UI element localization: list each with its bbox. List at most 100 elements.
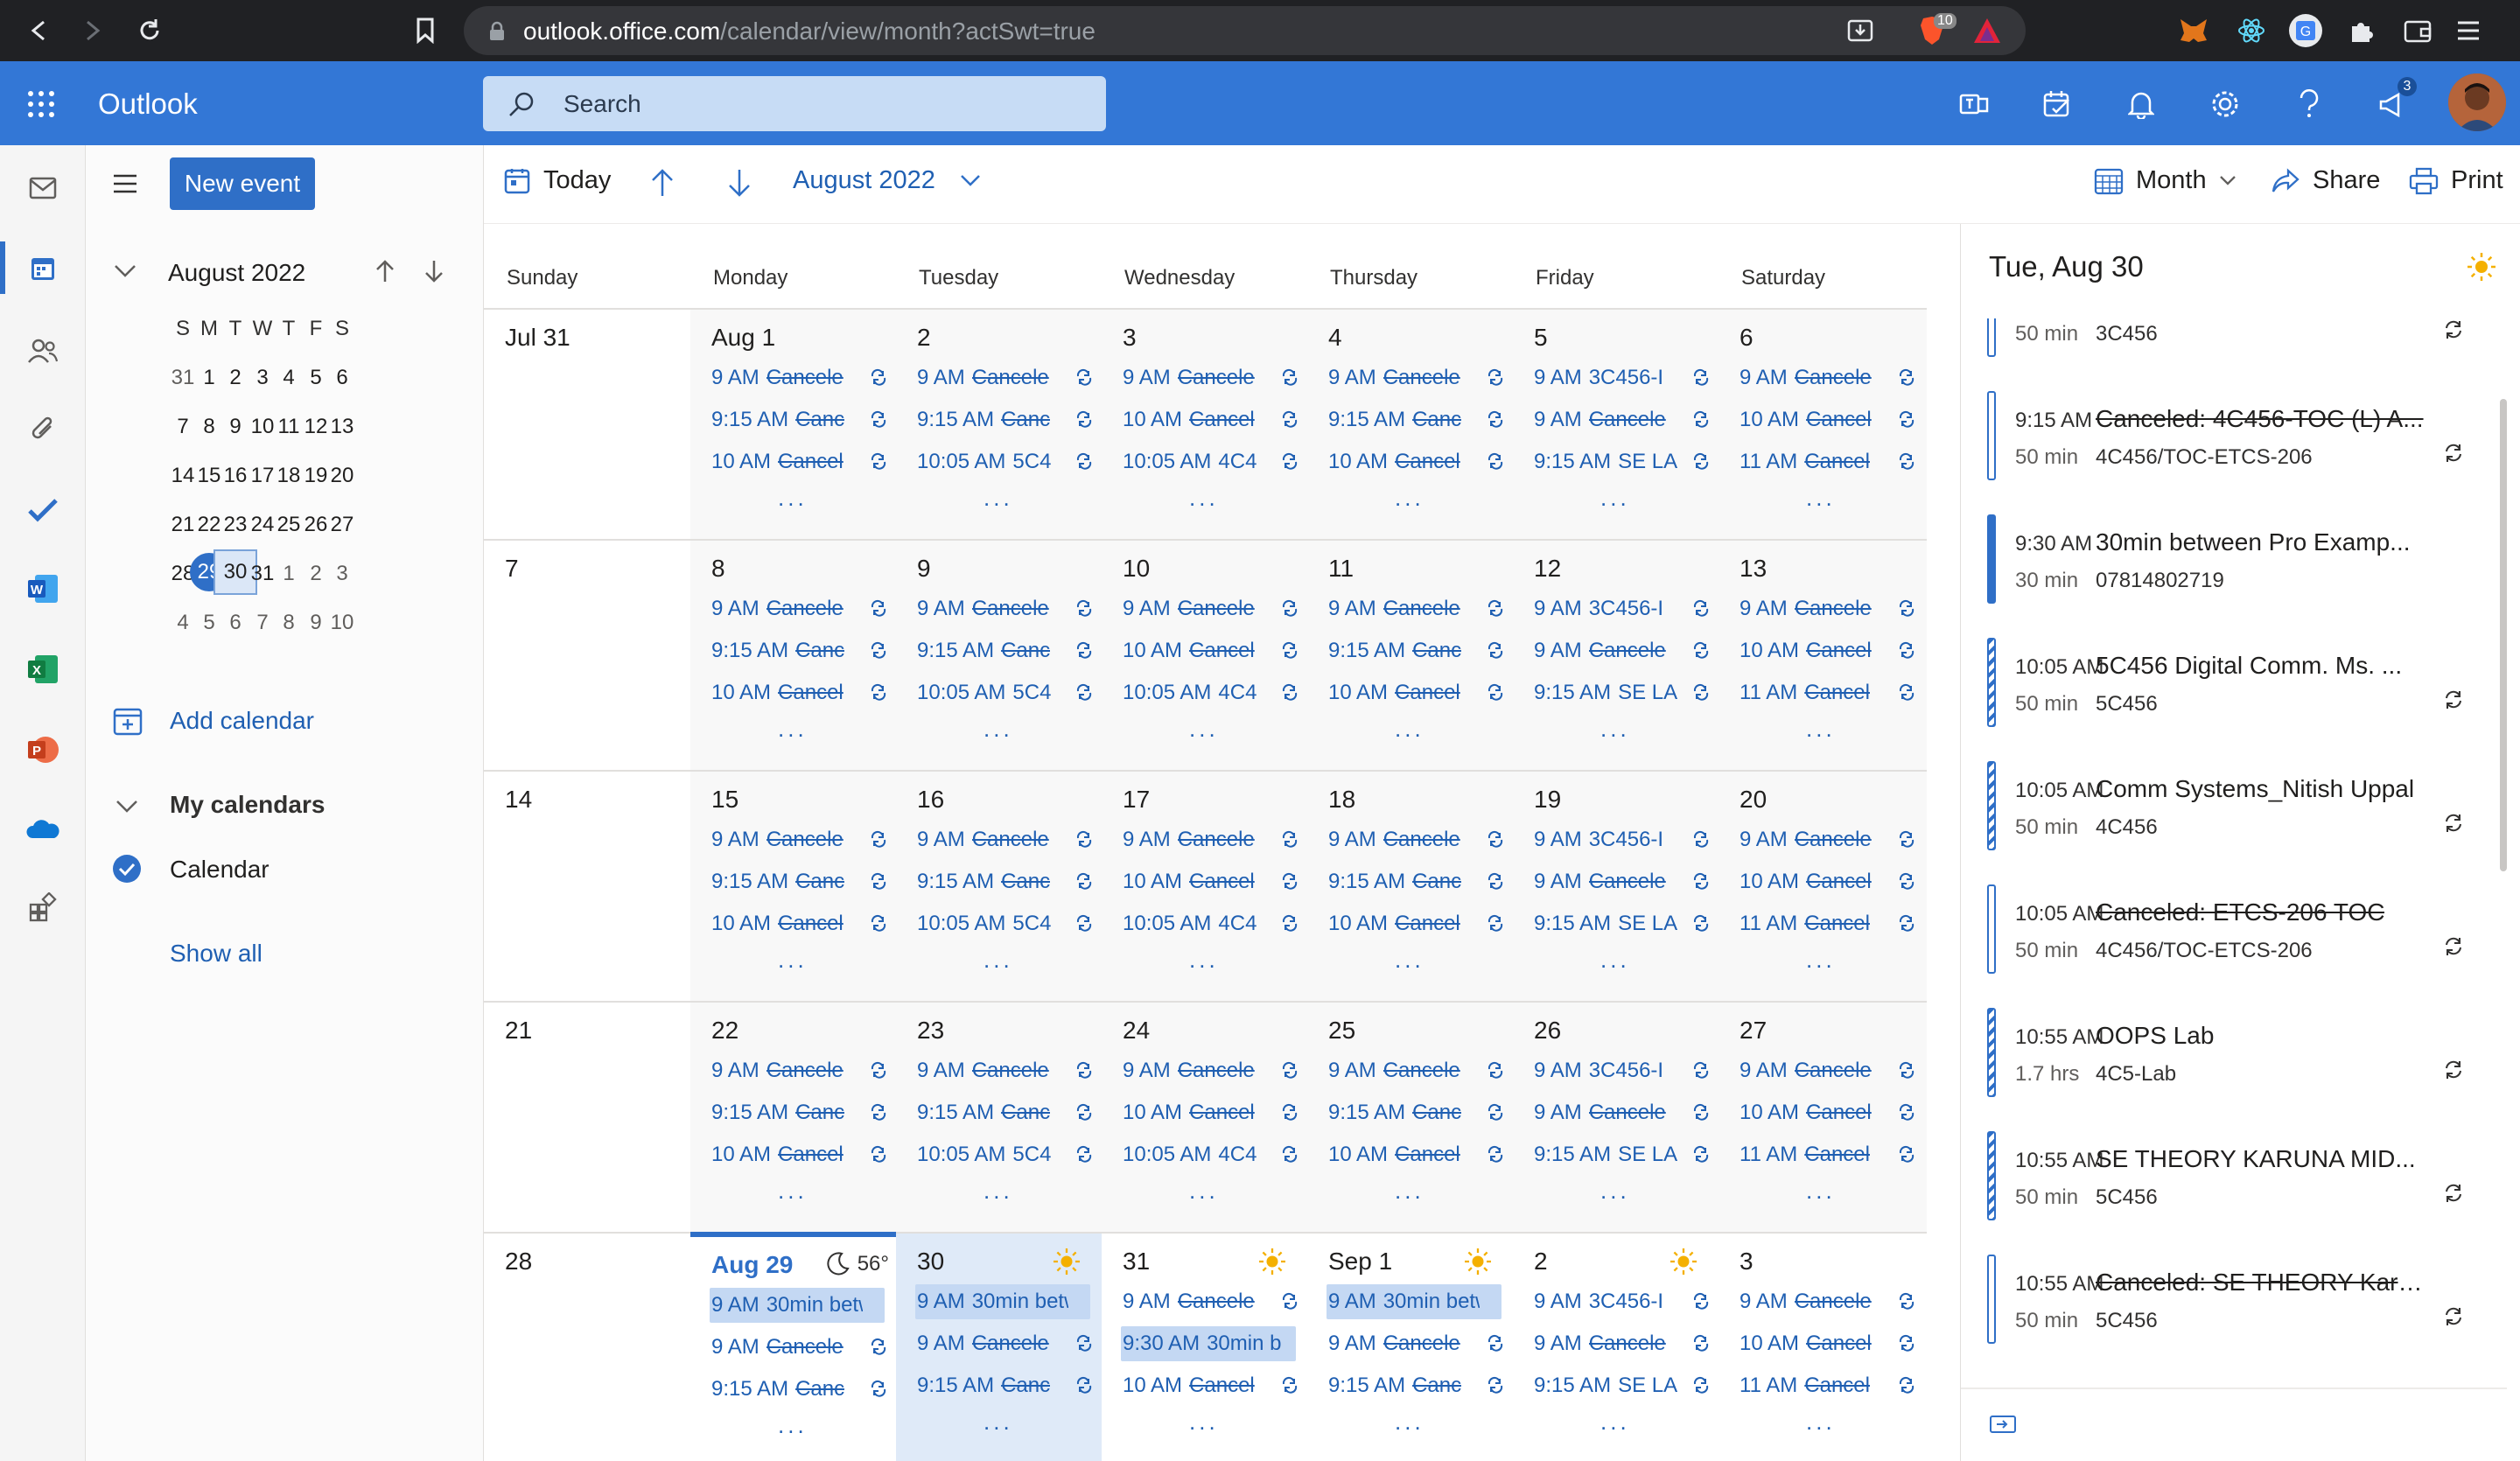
calendar-event[interactable]: 9 AM Cancele [1738,1284,1918,1319]
bell-icon[interactable] [2119,82,2163,126]
day-cell[interactable]: 9 9 AM Cancele 9:15 AM Canc 10:05 AM 5C4... [896,539,1102,770]
extensions-icon[interactable] [2343,12,2380,49]
agenda-item[interactable]: 10:55 AM 50 min SE THEORY KARUNA MID... 5C4… [1987,1126,2468,1231]
address-bar[interactable]: outlook.office.com/calendar/view/month?a… [464,6,2026,55]
day-cell[interactable]: 23 9 AM Cancele 9:15 AM Canc 10:05 AM 5C4... [896,1001,1102,1232]
more-events-link[interactable]: ... [1189,716,1219,743]
more-events-link[interactable]: ... [778,485,808,512]
more-events-link[interactable]: ... [1189,485,1219,512]
day-number[interactable]: Jul 31 [505,324,570,352]
calendar-event[interactable]: 9:15 AM Canc [915,864,1096,899]
more-events-link[interactable]: ... [1189,1409,1219,1436]
agenda-item[interactable]: 9:30 AM 30 min 30min between Pro Examp... 0… [1987,509,2468,614]
calendar-event[interactable]: 9 AM 3C456-I [1532,591,1712,626]
calendar-event[interactable]: 9 AM 3C456-I [1532,1053,1712,1088]
day-number[interactable]: 18 [1328,786,1355,814]
calendar-event[interactable]: 9 AM 30min betw [1326,1284,1502,1319]
calendar-event[interactable]: 9:15 AM Canc [710,1372,890,1407]
calendar-event[interactable]: 9 AM Cancele [710,360,890,395]
more-events-link[interactable]: ... [1189,1178,1219,1205]
calendar-event[interactable]: 10 AM Cancel [710,1137,890,1172]
help-icon[interactable] [2287,82,2331,126]
day-cell[interactable]: Aug 1 9 AM Cancele 9:15 AM Canc 10 AM Cancel..… [690,308,896,539]
more-events-link[interactable]: ... [1189,947,1219,974]
more-events-link[interactable]: ... [1806,947,1836,974]
calendar-event[interactable]: 9:15 AM Canc [710,633,890,668]
calendar-event[interactable]: 9:15 AM SE LA [1532,444,1712,479]
calendar-event[interactable]: 9 AM Cancele [915,822,1096,857]
calendar-event[interactable]: 10 AM Cancel [1326,1137,1507,1172]
more-events-link[interactable]: ... [984,485,1013,512]
calendar-event[interactable]: 10 AM Cancel [1121,1095,1301,1130]
previous-arrow-icon[interactable] [650,168,675,198]
day-number[interactable]: 24 [1123,1017,1150,1045]
calendar-event[interactable]: 10 AM Cancel [1326,444,1507,479]
day-cell[interactable]: 5 9 AM 3C456-I 9 AM Cancele 9:15 AM SE LA... [1513,308,1718,539]
calendar-event[interactable]: 11 AM Cancel [1738,1137,1918,1172]
add-calendar-icon[interactable] [112,705,144,737]
calendar-event[interactable]: 9:15 AM Canc [1326,864,1507,899]
search-box[interactable]: Search [483,76,1106,131]
calendar-event[interactable]: 9:15 AM Canc [1326,402,1507,437]
calendar-event[interactable]: 10:05 AM 5C4 [915,906,1096,941]
day-number[interactable]: Aug 29 [711,1251,793,1279]
calendar-event[interactable]: 10 AM Cancel [710,906,890,941]
day-cell[interactable]: 10 9 AM Cancele 10 AM Cancel 10:05 AM 4C4... [1102,539,1307,770]
today-button[interactable]: Today [503,166,611,195]
calendar-event[interactable]: 9:15 AM Canc [915,1368,1096,1403]
calendar-event[interactable]: 9:15 AM Canc [710,1095,890,1130]
calendar-event[interactable]: 9:15 AM Canc [710,402,890,437]
more-events-link[interactable]: ... [1395,485,1424,512]
brave-rewards-icon[interactable] [1972,17,2002,45]
day-cell[interactable]: 7 [484,539,690,770]
calendar-event[interactable]: 9 AM Cancele [1121,1053,1301,1088]
day-number[interactable]: 28 [505,1248,532,1276]
day-number[interactable]: 4 [1328,324,1342,352]
calendar-event[interactable]: 10 AM Cancel [1326,906,1507,941]
calendar-event[interactable]: 9:15 AM Canc [915,633,1096,668]
day-number[interactable]: 19 [1534,786,1561,814]
day-number[interactable]: 15 [711,786,738,814]
app-launcher-icon[interactable] [26,89,56,119]
calendar-event[interactable]: 10 AM Cancel [1121,864,1301,899]
day-cell[interactable]: Jul 31 [484,308,690,539]
calendar-event[interactable]: 10 AM Cancel [1121,402,1301,437]
calendar-event[interactable]: 10 AM Cancel [1738,402,1918,437]
calendar-event[interactable]: 9 AM Cancele [710,1330,890,1365]
attachment-icon[interactable] [21,408,65,451]
day-number[interactable]: 25 [1328,1017,1355,1045]
view-switcher[interactable]: Month [2094,166,2236,195]
metamask-icon[interactable] [2175,12,2212,49]
app-title[interactable]: Outlook [98,87,198,121]
powerpoint-icon[interactable]: P [21,728,65,772]
calendar-event[interactable]: 9 AM Cancele [1326,360,1507,395]
day-number[interactable]: 27 [1740,1017,1767,1045]
calendar-event[interactable]: 9:15 AM Canc [915,1095,1096,1130]
calendar-event[interactable]: 9 AM Cancele [1532,864,1712,899]
wallet-icon[interactable] [2399,12,2436,49]
more-events-link[interactable]: ... [1600,947,1630,974]
date-range-picker[interactable]: August 2022 [793,166,981,195]
more-events-link[interactable]: ... [778,716,808,743]
show-all-link[interactable]: Show all [170,940,262,968]
calendar-event[interactable]: 9 AM Cancele [1121,822,1301,857]
reload-icon[interactable] [131,12,168,49]
more-events-link[interactable]: ... [1395,947,1424,974]
calendar-event[interactable]: 9:15 AM Canc [710,864,890,899]
mini-calendar-title[interactable]: August 2022 [168,259,305,287]
calendar-event[interactable]: 11 AM Cancel [1738,1368,1918,1403]
calendar-event[interactable]: 9 AM Cancele [1738,360,1918,395]
calendar-event[interactable]: 9 AM Cancele [1532,1326,1712,1361]
day-number[interactable]: 14 [505,786,532,814]
calendar-event[interactable]: 9:15 AM Canc [1326,1368,1507,1403]
calendar-event[interactable]: 10:05 AM 5C4 [915,1137,1096,1172]
calendar-event[interactable]: 10:05 AM 4C4 [1121,444,1301,479]
expand-pane-icon[interactable] [1989,1414,2017,1435]
more-events-link[interactable]: ... [778,947,808,974]
new-event-button[interactable]: New event [170,157,315,210]
more-events-link[interactable]: ... [778,1178,808,1205]
calendar-icon[interactable] [21,247,65,290]
settings-gear-icon[interactable] [2203,82,2247,126]
calendar-event[interactable]: 10 AM Cancel [1738,1326,1918,1361]
teams-icon[interactable] [1953,82,1997,126]
